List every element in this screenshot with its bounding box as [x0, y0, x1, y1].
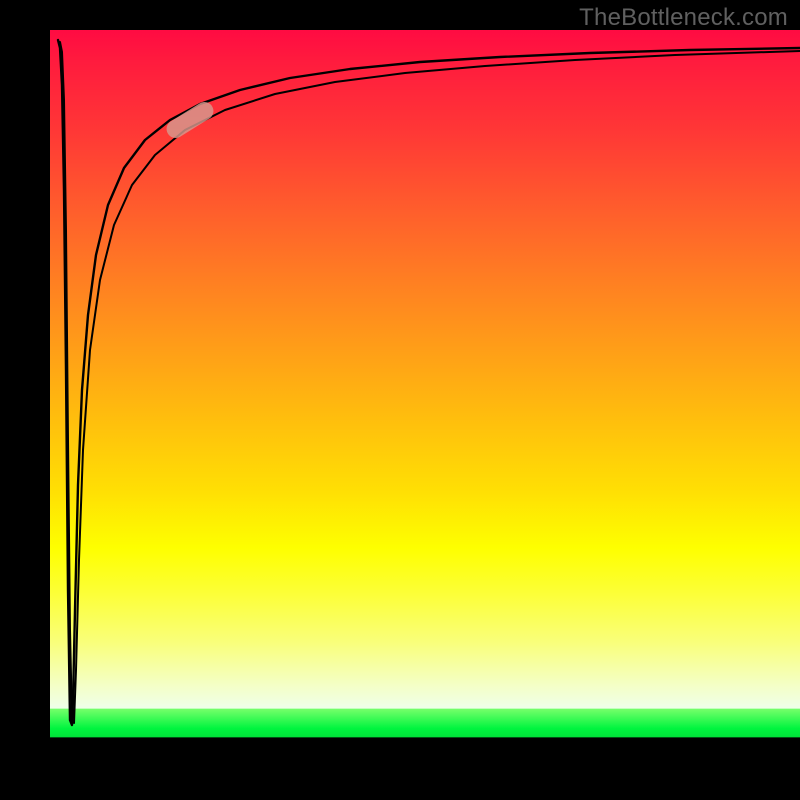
- watermark-text: TheBottleneck.com: [579, 4, 788, 32]
- plot-area: [50, 30, 800, 750]
- curve-layer: [50, 30, 800, 750]
- bottleneck-curve-2: [60, 42, 800, 723]
- chart-container: TheBottleneck.com: [0, 0, 800, 800]
